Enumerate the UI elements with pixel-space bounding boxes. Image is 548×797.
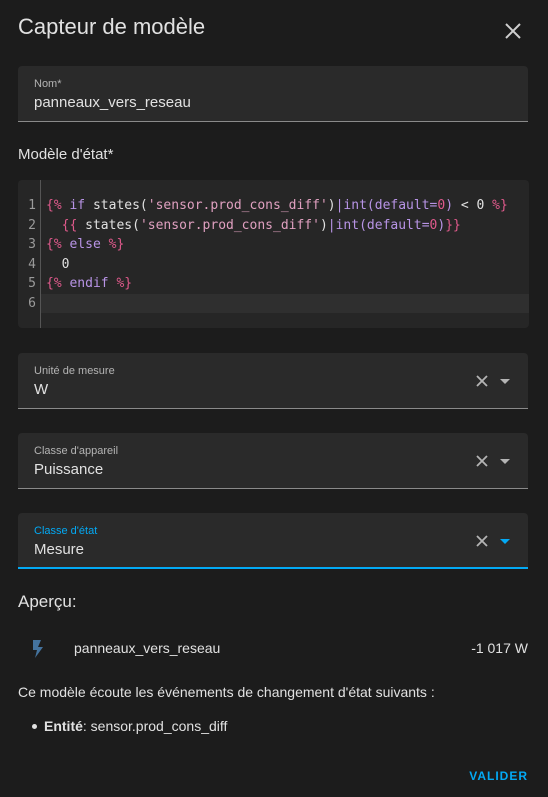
name-field-value[interactable]: panneaux_vers_reseau: [34, 94, 191, 111]
unit-field-label: Unité de mesure: [34, 365, 115, 377]
chevron-down-icon[interactable]: [498, 534, 512, 548]
unit-field-value[interactable]: W: [34, 381, 48, 398]
clear-icon[interactable]: [474, 373, 490, 389]
line-number: 5: [28, 276, 36, 291]
template-label: Modèle d'état*: [18, 146, 114, 163]
name-field-label: Nom*: [34, 78, 62, 90]
preview-entity-name[interactable]: panneaux_vers_reseau: [74, 640, 220, 656]
dialog-title: Capteur de modèle: [18, 14, 206, 39]
line-number: 4: [28, 257, 36, 272]
unit-field[interactable]: Unité de mesure W: [18, 353, 528, 409]
code-line[interactable]: {% if states('sensor.prod_cons_diff')|in…: [46, 198, 508, 213]
line-number: 2: [28, 218, 36, 233]
code-line[interactable]: 0: [46, 257, 70, 272]
code-line[interactable]: {% endif %}: [46, 276, 132, 291]
line-number-gutter: 1 2 3 4 5 6: [18, 180, 41, 328]
state-class-field[interactable]: Classe d'état Mesure: [18, 513, 528, 569]
flash-icon: [33, 640, 43, 658]
listening-item-label: Entité: [44, 718, 83, 734]
bullet: [32, 724, 37, 729]
close-icon[interactable]: [500, 18, 526, 44]
template-sensor-dialog: Capteur de modèle Nom* panneaux_vers_res…: [0, 0, 548, 797]
active-line-highlight: [41, 294, 529, 313]
listening-text: Ce modèle écoute les événements de chang…: [18, 684, 435, 700]
code-line[interactable]: {{ states('sensor.prod_cons_diff')|int(d…: [46, 218, 461, 233]
clear-icon[interactable]: [474, 453, 490, 469]
preview-value: -1 017 W: [471, 640, 528, 656]
chevron-down-icon[interactable]: [498, 374, 512, 388]
template-editor[interactable]: 1 2 3 4 5 6 {% if states('sensor.prod_co…: [18, 180, 529, 328]
listening-item-value: sensor.prod_cons_diff: [90, 718, 228, 734]
code-line[interactable]: {% else %}: [46, 237, 124, 252]
state-class-label: Classe d'état: [34, 525, 98, 537]
device-class-label: Classe d'appareil: [34, 445, 119, 457]
name-field[interactable]: Nom* panneaux_vers_reseau: [18, 66, 528, 122]
preview-title: Aperçu:: [18, 592, 77, 611]
line-number: 3: [28, 237, 36, 252]
chevron-down-icon[interactable]: [498, 454, 512, 468]
line-number: 1: [28, 198, 36, 213]
clear-icon[interactable]: [474, 533, 490, 549]
listening-item-separator: :: [82, 718, 87, 734]
device-class-field[interactable]: Classe d'appareil Puissance: [18, 433, 528, 489]
validate-button[interactable]: VALIDER: [469, 769, 528, 783]
state-class-value[interactable]: Mesure: [34, 541, 84, 558]
listening-list-item: Entité: sensor.prod_cons_diff: [32, 718, 228, 734]
line-number: 6: [28, 296, 36, 311]
device-class-value[interactable]: Puissance: [34, 461, 103, 478]
